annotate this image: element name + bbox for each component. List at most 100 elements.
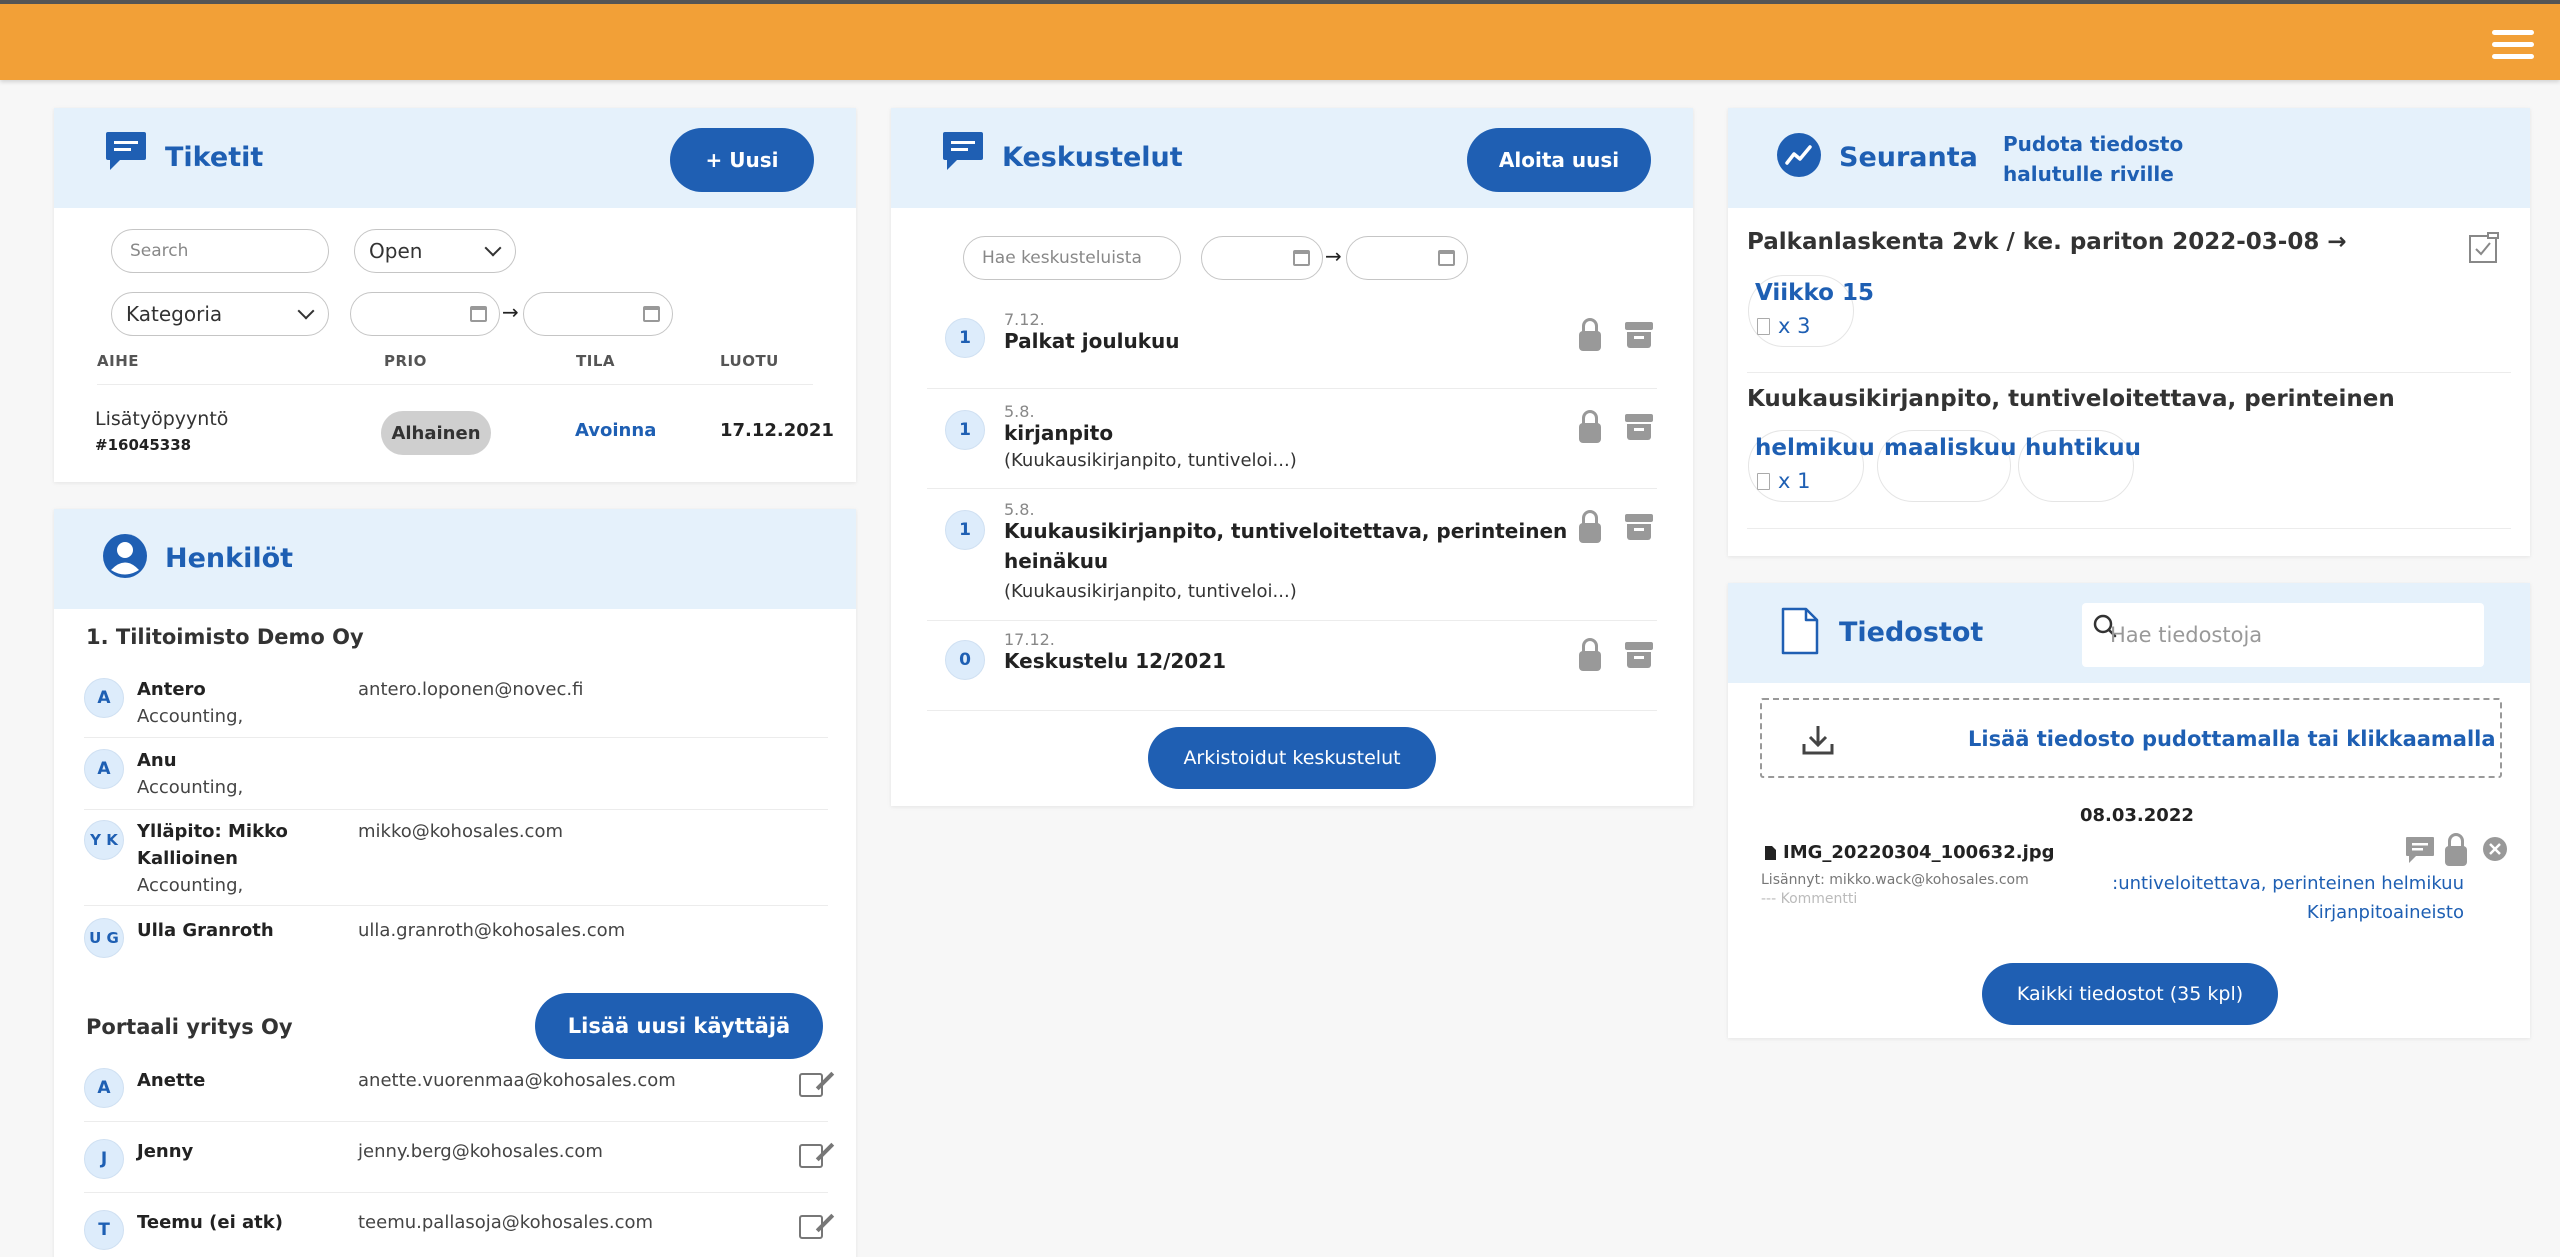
file-dropzone[interactable]: Lisää tiedosto pudottamalla tai klikkaam… <box>1760 698 2502 778</box>
date-to-input[interactable] <box>1346 236 1468 280</box>
category-select-value: Kategoria <box>126 302 223 326</box>
date-from-input[interactable] <box>350 292 500 336</box>
file-count: x 1 <box>1757 469 1810 493</box>
close-icon[interactable] <box>2482 836 2508 862</box>
file-added-by: Lisännyt: mikko.wack@kohosales.com <box>1761 872 2029 888</box>
discussion-search-input[interactable]: Hae keskusteluista <box>963 236 1181 280</box>
files-panel: Tiedostot Hae tiedostoja Lisää tiedosto … <box>1728 583 2530 1038</box>
menu-icon[interactable] <box>2492 30 2534 64</box>
tickets-panel: Tiketit + Uusi Search Open Kategoria → A… <box>54 108 856 482</box>
file-tag[interactable]: :untiveloitettava, perinteinen helmikuu <box>2094 873 2464 894</box>
lock-icon[interactable] <box>1579 318 1601 352</box>
chevron-down-icon <box>297 302 315 320</box>
status-select[interactable]: Open <box>354 229 516 273</box>
tracking-section-heading[interactable]: Palkanlaskenta 2vk / ke. pariton 2022-03… <box>1747 229 2347 255</box>
file-name[interactable]: IMG_20220304_100632.jpg <box>1783 842 2055 863</box>
lock-icon[interactable] <box>1579 638 1601 672</box>
period-chip[interactable]: Viikko 15 x 3 <box>1748 275 1874 347</box>
tickets-title: Tiketit <box>165 142 264 173</box>
person-email: antero.loponen@novec.fi <box>358 679 584 700</box>
edit-icon[interactable] <box>799 1073 823 1097</box>
tracking-panel: Seuranta Pudota tiedosto halutulle rivil… <box>1728 108 2530 556</box>
period-chip[interactable]: huhtikuu <box>2018 430 2141 502</box>
divider <box>84 905 828 906</box>
all-files-button[interactable]: Kaikki tiedostot (35 kpl) <box>1982 963 2278 1025</box>
download-icon <box>1802 726 1834 755</box>
avatar: J <box>84 1139 124 1179</box>
tracking-section-heading[interactable]: Kuukausikirjanpito, tuntiveloitettava, p… <box>1747 386 2395 412</box>
chat-icon <box>943 132 983 170</box>
lock-icon[interactable] <box>2445 833 2467 867</box>
divider <box>927 388 1657 389</box>
person-role: Accounting, <box>137 706 244 727</box>
start-discussion-button[interactable]: Aloita uusi <box>1467 128 1651 192</box>
document-icon <box>1757 318 1770 335</box>
top-bar <box>0 0 2560 80</box>
person-email: teemu.pallasoja@kohosales.com <box>358 1212 654 1233</box>
date-to-input[interactable] <box>523 292 673 336</box>
col-header-created: LUOTU <box>720 352 779 370</box>
person-email: jenny.berg@kohosales.com <box>358 1141 603 1162</box>
new-ticket-button[interactable]: + Uusi <box>670 128 814 192</box>
discussion-title: kirjanpito <box>1004 421 1114 445</box>
file-search-box[interactable]: Hae tiedostoja <box>2082 603 2484 667</box>
archive-icon[interactable] <box>1625 642 1653 668</box>
calendar-icon <box>1438 250 1455 266</box>
archived-discussions-button[interactable]: Arkistoidut keskustelut <box>1148 727 1436 789</box>
archive-icon[interactable] <box>1625 514 1653 540</box>
files-header: Tiedostot Hae tiedostoja <box>1728 583 2530 683</box>
calendar-icon <box>643 306 660 322</box>
ticket-subject: Lisätyöpyyntö <box>95 408 229 430</box>
file-tag[interactable]: Kirjanpitoaineisto <box>2094 902 2464 923</box>
file-icon <box>1765 846 1776 860</box>
person-name: Antero <box>137 679 206 700</box>
edit-icon[interactable] <box>799 1144 823 1168</box>
tickets-header: Tiketit + Uusi <box>54 108 856 208</box>
divider <box>97 384 813 385</box>
checklist-icon[interactable] <box>2468 232 2500 264</box>
comment-icon[interactable] <box>2404 835 2436 865</box>
divider <box>84 809 828 810</box>
period-chip[interactable]: helmikuu x 1 <box>1748 430 1875 502</box>
divider <box>927 710 1657 711</box>
unread-count: 1 <box>945 318 985 358</box>
col-header-status: TILA <box>576 352 615 370</box>
ticket-id: #16045338 <box>95 436 192 454</box>
lock-icon[interactable] <box>1579 410 1601 444</box>
discussion-subtitle: (Kuukausikirjanpito, tuntiveloi...) <box>1004 450 1297 471</box>
discussion-date: 17.12. <box>1004 630 1055 649</box>
drop-hint-line1: Pudota tiedosto <box>2003 132 2184 156</box>
status-link[interactable]: Avoinna <box>575 420 656 441</box>
company-name: 1. Tilitoimisto Demo Oy <box>86 625 364 649</box>
person-name: Ulla Granroth <box>137 920 274 941</box>
edit-icon[interactable] <box>799 1215 823 1239</box>
discussion-title: Palkat joulukuu <box>1004 329 1180 353</box>
file-count-value: x 3 <box>1778 314 1811 338</box>
unread-count: 0 <box>945 640 985 680</box>
add-user-button[interactable]: Lisää uusi käyttäjä <box>535 993 823 1059</box>
archive-icon[interactable] <box>1625 414 1653 440</box>
lock-icon[interactable] <box>1579 510 1601 544</box>
tracking-title: Seuranta <box>1839 142 1978 173</box>
avatar: A <box>84 1068 124 1108</box>
period-chip[interactable]: maaliskuu <box>1877 430 2017 502</box>
range-arrow: → <box>502 300 519 324</box>
category-select[interactable]: Kategoria <box>111 292 329 336</box>
archive-icon[interactable] <box>1625 322 1653 348</box>
chat-icon <box>106 132 146 170</box>
avatar: A <box>84 749 124 789</box>
range-arrow: → <box>1325 244 1342 268</box>
file-count: x 3 <box>1757 314 1810 338</box>
priority-badge: Alhainen <box>381 411 491 455</box>
ticket-search-input[interactable]: Search <box>111 229 329 273</box>
file-count-value: x 1 <box>1778 469 1811 493</box>
person-role: Accounting, <box>137 875 244 896</box>
people-header: Henkilöt <box>54 509 856 609</box>
date-from-input[interactable] <box>1201 236 1323 280</box>
discussion-title: Kuukausikirjanpito, tuntiveloitettava, p… <box>1004 519 1568 543</box>
status-select-value: Open <box>369 239 423 263</box>
unread-count: 1 <box>945 510 985 550</box>
discussion-title: Keskustelu 12/2021 <box>1004 649 1227 673</box>
period-chip-label: Viikko 15 <box>1755 280 1874 306</box>
divider <box>84 1121 828 1122</box>
